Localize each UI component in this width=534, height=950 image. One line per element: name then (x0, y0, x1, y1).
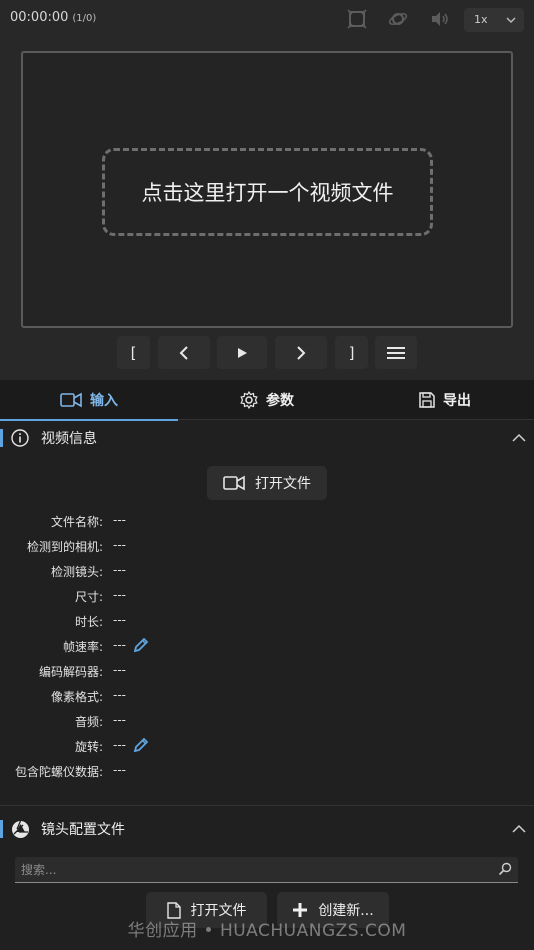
info-row-lens: 检测镜头: --- (0, 560, 534, 582)
chevron-left-icon (179, 345, 188, 360)
search-icon[interactable] (498, 862, 512, 876)
info-value: --- (113, 713, 126, 727)
tab-parameters[interactable]: 参数 (178, 380, 356, 420)
lens-search-box (15, 857, 518, 883)
watermark: 华创应用 • HUACHUANGZS.COM (127, 921, 407, 941)
save-icon (419, 392, 435, 408)
stabilize-frame-icon[interactable] (347, 9, 367, 29)
open-file-button[interactable]: 打开文件 (207, 466, 327, 500)
info-label: 时长: (74, 615, 103, 629)
video-camera-icon (223, 475, 245, 491)
info-row-duration: 时长: --- (0, 610, 534, 632)
info-value: --- (113, 563, 126, 577)
info-row-audio: 音频: --- (0, 710, 534, 732)
section-accent-bar (0, 429, 3, 447)
info-value: --- (113, 613, 126, 627)
menu-button[interactable] (375, 336, 417, 369)
plus-icon (293, 903, 308, 917)
lens-profile-title: 镜头配置文件 (41, 822, 125, 838)
volume-icon[interactable] (430, 9, 450, 29)
next-frame-button[interactable] (275, 336, 327, 369)
info-label: 检测到的相机: (26, 540, 103, 554)
info-label: 旋转: (74, 740, 103, 754)
tab-parameters-label: 参数 (266, 393, 294, 409)
info-row-framerate: 帧速率: --- (0, 635, 534, 657)
create-new-profile-button[interactable]: 创建新... (277, 892, 389, 928)
info-value: --- (113, 513, 126, 527)
gear-icon (240, 391, 258, 409)
top-bar: 00:00:00 (1/0) 1x (0, 0, 534, 38)
open-video-prompt[interactable]: 点击这里打开一个视频文件 (102, 148, 433, 236)
info-row-dimensions: 尺寸: --- (0, 585, 534, 607)
play-button[interactable] (217, 336, 267, 369)
playback-speed-select[interactable]: 1x (464, 8, 524, 32)
play-icon (238, 347, 247, 358)
frame-counter: (1/0) (72, 13, 97, 24)
aperture-icon (12, 820, 29, 838)
chevron-up-icon[interactable] (512, 433, 526, 442)
preview-area: 点击这里打开一个视频文件 [ ] (0, 38, 534, 380)
main-tabs: 输入 参数 导出 (0, 380, 534, 421)
info-label: 音频: (74, 715, 103, 729)
chevron-up-icon[interactable] (512, 824, 526, 833)
info-label: 文件名称: (50, 515, 103, 529)
lens-open-file-label: 打开文件 (190, 903, 247, 919)
tab-input-label: 输入 (90, 393, 118, 409)
info-label: 包含陀螺仪数据: (14, 765, 103, 779)
set-out-point-button[interactable]: ] (335, 336, 368, 369)
info-label: 编码解码器: (38, 665, 103, 679)
info-value: --- (113, 663, 126, 677)
info-value: --- (113, 588, 126, 602)
lens-search-input[interactable] (15, 857, 485, 882)
info-row-camera: 检测到的相机: --- (0, 535, 534, 557)
info-row-gyro-data: 包含陀螺仪数据: --- (0, 760, 534, 782)
info-value: --- (113, 638, 126, 652)
video-camera-icon (60, 392, 82, 408)
info-label: 尺寸: (74, 590, 103, 604)
info-row-codec: 编码解码器: --- (0, 660, 534, 682)
video-preview[interactable]: 点击这里打开一个视频文件 (21, 51, 513, 328)
pencil-edit-icon[interactable] (132, 736, 150, 754)
pencil-edit-icon[interactable] (132, 636, 150, 654)
previous-frame-button[interactable] (158, 336, 210, 369)
video-info-header[interactable]: 视频信息 (0, 419, 534, 457)
chevron-right-icon (297, 345, 306, 360)
info-row-rotation: 旋转: --- (0, 735, 534, 757)
info-icon (11, 429, 29, 447)
set-in-point-button[interactable]: [ (117, 336, 150, 369)
tab-export-label: 导出 (443, 393, 471, 409)
playback-speed-value: 1x (474, 13, 488, 26)
info-value: --- (113, 538, 126, 552)
timecode: 00:00:00 (1/0) (10, 10, 96, 25)
info-row-filename: 文件名称: --- (0, 510, 534, 532)
create-new-label: 创建新... (318, 903, 374, 919)
tab-export[interactable]: 导出 (356, 380, 534, 420)
video-info-title: 视频信息 (41, 431, 97, 447)
hamburger-menu-icon (387, 346, 405, 359)
lens-open-file-button[interactable]: 打开文件 (146, 892, 267, 928)
chevron-down-icon (506, 17, 516, 24)
info-label: 帧速率: (62, 640, 103, 654)
timecode-value: 00:00:00 (10, 10, 69, 25)
gyro-icon[interactable] (388, 9, 408, 29)
info-label: 检测镜头: (50, 565, 103, 579)
info-value: --- (113, 763, 126, 777)
section-accent-bar (0, 820, 3, 838)
file-icon (166, 901, 181, 919)
info-label: 像素格式: (50, 690, 103, 704)
tab-input[interactable]: 输入 (0, 380, 178, 421)
info-value: --- (113, 688, 126, 702)
info-value: --- (113, 738, 126, 752)
open-file-label: 打开文件 (255, 476, 311, 492)
section-divider (0, 805, 534, 806)
lens-profile-header[interactable]: 镜头配置文件 (0, 810, 534, 848)
info-row-pixel-format: 像素格式: --- (0, 685, 534, 707)
